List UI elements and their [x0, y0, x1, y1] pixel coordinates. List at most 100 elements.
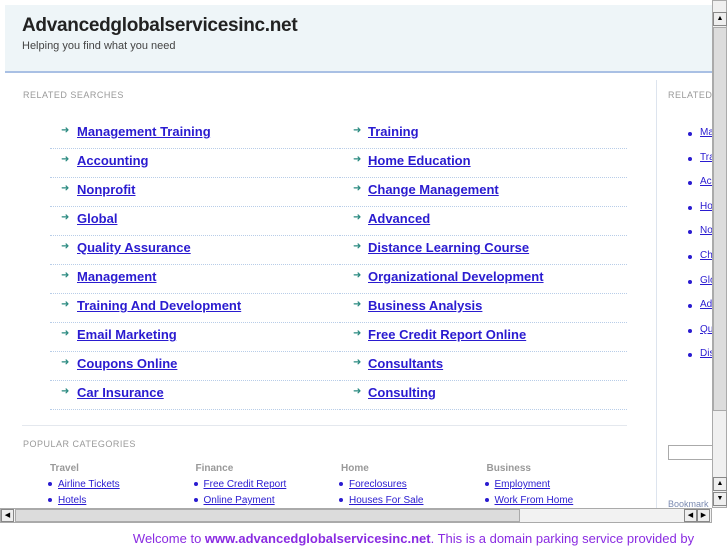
- bullet-icon: [48, 482, 52, 487]
- arrow-icon: ➜: [353, 212, 362, 223]
- related-search-item: ➜ Training: [340, 119, 627, 149]
- bullet-icon: [339, 498, 343, 503]
- related-search-link[interactable]: Consultants: [368, 356, 443, 371]
- category-item: Online Payment: [193, 495, 275, 506]
- bullet-icon: [688, 279, 692, 284]
- arrow-icon: ➜: [353, 154, 362, 165]
- related-search-link[interactable]: Home Education: [368, 153, 471, 168]
- category-title: Business: [486, 463, 531, 474]
- category-item: Free Credit Report: [193, 479, 287, 490]
- bullet-icon: [484, 498, 489, 503]
- category-item: Work From Home: [484, 495, 574, 506]
- popular-categories-label: POPULAR CATEGORIES: [23, 439, 136, 449]
- bullet-icon: [688, 181, 692, 186]
- category-title: Home: [341, 463, 369, 474]
- related-search-link[interactable]: Global: [77, 211, 117, 226]
- bullet-icon: [339, 482, 343, 487]
- arrow-icon: ➜: [61, 328, 70, 339]
- category-title: Finance: [195, 463, 234, 474]
- related-search-link[interactable]: Training: [368, 124, 419, 139]
- related-search-item: ➜ Distance Learning Course: [340, 235, 627, 265]
- bullet-icon: [193, 498, 198, 503]
- related-search-item: ➜ Nonprofit: [50, 177, 340, 207]
- arrow-icon: ➜: [353, 125, 362, 136]
- arrow-icon: ➜: [353, 299, 362, 310]
- scroll-down-icon[interactable]: ▼: [713, 492, 727, 506]
- related-search-link[interactable]: Nonprofit: [77, 182, 135, 197]
- arrow-icon: ➜: [61, 183, 70, 194]
- arrow-icon: ➜: [61, 299, 70, 310]
- arrow-icon: ➜: [61, 270, 70, 281]
- related-search-item: ➜ Consultants: [340, 351, 627, 381]
- arrow-icon: ➜: [353, 241, 362, 252]
- related-search-item: ➜ Organizational Development: [340, 264, 627, 294]
- scroll-left-icon[interactable]: ◀: [1, 509, 14, 522]
- category-link[interactable]: Online Payment: [204, 495, 275, 506]
- related-search-link[interactable]: Consulting: [368, 385, 436, 400]
- site-title: Advancedglobalservicesinc.net: [22, 15, 298, 36]
- tagline: Helping you find what you need: [22, 40, 176, 52]
- category-link[interactable]: Free Credit Report: [204, 479, 287, 490]
- scroll-up-icon[interactable]: ▲: [713, 12, 727, 26]
- arrow-icon: ➜: [353, 328, 362, 339]
- bullet-icon: [688, 304, 692, 309]
- footer-domain-link[interactable]: www.advancedglobalservicesinc.net: [205, 531, 431, 546]
- related-search-link[interactable]: Organizational Development: [368, 269, 544, 284]
- category-link[interactable]: Employment: [495, 479, 551, 490]
- related-search-link[interactable]: Coupons Online: [77, 356, 177, 371]
- bullet-icon: [688, 328, 692, 333]
- category-link[interactable]: Houses For Sale: [349, 495, 423, 506]
- category-item: Hotels: [48, 495, 86, 506]
- scroll-up-icon[interactable]: ▲: [713, 477, 727, 491]
- related-search-item: ➜ Accounting: [50, 148, 340, 178]
- related-search-link[interactable]: Training And Development: [77, 298, 241, 313]
- bullet-icon: [193, 482, 198, 487]
- arrow-icon: ➜: [353, 357, 362, 368]
- bullet-icon: [688, 205, 692, 210]
- category-item: Houses For Sale: [339, 495, 423, 506]
- related-search-link[interactable]: Car Insurance: [77, 385, 164, 400]
- footer-text: Welcome to www.advancedglobalservicesinc…: [0, 531, 727, 546]
- scroll-left-icon[interactable]: ◀: [684, 509, 697, 522]
- arrow-icon: ➜: [353, 270, 362, 281]
- category-link[interactable]: Work From Home: [495, 495, 574, 506]
- related-search-link[interactable]: Distance Learning Course: [368, 240, 529, 255]
- bullet-icon: [688, 255, 692, 259]
- related-search-link[interactable]: Advanced: [368, 211, 430, 226]
- sidebar-search-input[interactable]: [668, 445, 714, 460]
- bullet-icon: [688, 132, 692, 136]
- vertical-scroll-thumb[interactable]: [713, 27, 727, 411]
- related-search-item: ➜ Home Education: [340, 148, 627, 178]
- related-search-link[interactable]: Email Marketing: [77, 327, 177, 342]
- scroll-right-icon[interactable]: ▶: [697, 509, 710, 522]
- related-search-link[interactable]: Management Training: [77, 124, 211, 139]
- related-search-item: ➜ Coupons Online: [50, 351, 340, 381]
- related-search-item: ➜ Global: [50, 206, 340, 236]
- category-item: Employment: [484, 479, 551, 490]
- sidebar-divider: [656, 80, 657, 508]
- category-title: Travel: [50, 463, 79, 474]
- related-search-item: ➜ Management Training: [50, 119, 340, 149]
- related-search-link[interactable]: Free Credit Report Online: [368, 327, 526, 342]
- category-link[interactable]: Foreclosures: [349, 479, 407, 490]
- footer-post: . This is a domain parking service provi…: [430, 531, 695, 546]
- related-search-item: ➜ Training And Development: [50, 293, 340, 323]
- related-search-item: ➜ Quality Assurance: [50, 235, 340, 265]
- category-link[interactable]: Hotels: [58, 495, 86, 506]
- related-search-link[interactable]: Management: [77, 269, 156, 284]
- bullet-icon: [688, 353, 692, 358]
- related-search-link[interactable]: Accounting: [77, 153, 149, 168]
- footer-pre: Welcome to: [132, 531, 205, 546]
- related-search-link[interactable]: Change Management: [368, 182, 499, 197]
- arrow-icon: ➜: [61, 125, 70, 136]
- arrow-icon: ➜: [61, 154, 70, 165]
- related-search-item: ➜ Free Credit Report Online: [340, 322, 627, 352]
- horizontal-scroll-thumb[interactable]: [15, 509, 520, 522]
- related-search-link[interactable]: Business Analysis: [368, 298, 482, 313]
- related-search-item: ➜ Business Analysis: [340, 293, 627, 323]
- related-search-link[interactable]: Quality Assurance: [77, 240, 191, 255]
- arrow-icon: ➜: [353, 386, 362, 397]
- arrow-icon: ➜: [61, 386, 70, 397]
- related-search-item: ➜ Management: [50, 264, 340, 294]
- category-link[interactable]: Airline Tickets: [58, 479, 120, 490]
